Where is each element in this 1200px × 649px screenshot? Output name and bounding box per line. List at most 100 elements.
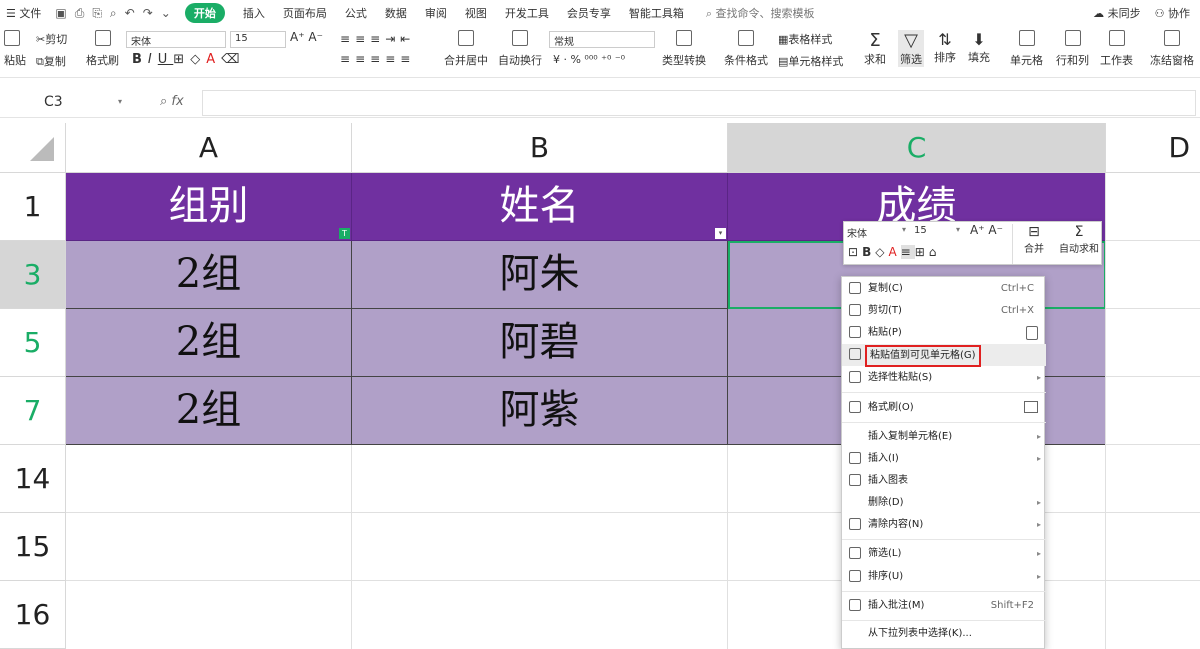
column-header-c[interactable]: C	[728, 123, 1106, 173]
menu-sort[interactable]: 排序(U)▸	[842, 566, 1046, 588]
border-icon[interactable]: ⊞	[173, 52, 190, 67]
font-select[interactable]: 宋体	[126, 31, 226, 48]
align-center-icon[interactable]: ≡	[355, 52, 370, 66]
align-group[interactable]: ≡≡≡⇥⇤	[340, 32, 415, 46]
file-menu[interactable]: ☰ 文件	[6, 5, 41, 21]
tab-page-layout[interactable]: 页面布局	[283, 5, 327, 21]
select-all-corner[interactable]	[0, 123, 66, 173]
menu-paste-visible[interactable]: 粘贴值到可见单元格(G)	[842, 344, 1046, 366]
mini-size-select[interactable]: 15	[914, 225, 954, 240]
row-col-button[interactable]: 行和列	[1056, 30, 1089, 68]
column-header-b[interactable]: B	[352, 123, 728, 173]
cell-a3[interactable]: 2组	[66, 241, 352, 309]
menu-insert-chart[interactable]: 插入图表	[842, 470, 1046, 492]
row-header-5[interactable]: 5	[0, 309, 66, 377]
mini-border-icon[interactable]: ⊞	[915, 245, 929, 259]
column-header-d[interactable]: D	[1106, 123, 1200, 173]
menu-copy[interactable]: 复制(C)Ctrl+C	[842, 278, 1046, 300]
painter-lock-icon[interactable]	[1024, 401, 1038, 413]
tab-developer[interactable]: 开发工具	[505, 5, 549, 21]
filter-dropdown-a-icon[interactable]: T	[339, 228, 350, 239]
align-bottom-icon[interactable]: ≡	[370, 32, 385, 46]
menu-insert-comment[interactable]: 插入批注(M)Shift+F2	[842, 595, 1046, 617]
row-header-7[interactable]: 7	[0, 377, 66, 445]
row-header-15[interactable]: 15	[0, 513, 66, 581]
export-icon[interactable]: ⎙	[75, 6, 85, 21]
mini-autosum-button[interactable]: Σ自动求和	[1056, 224, 1102, 255]
bold-icon[interactable]: B	[132, 52, 148, 67]
print-icon[interactable]: ⎘	[92, 6, 102, 21]
menu-clear[interactable]: 清除内容(N)▸	[842, 514, 1046, 536]
wrap-text-button[interactable]: 自动换行	[498, 30, 542, 68]
mini-font-dropdown-icon[interactable]: ▾	[902, 225, 906, 234]
mini-font-color-icon[interactable]: A	[888, 245, 900, 259]
menu-filter[interactable]: 筛选(L)▸	[842, 543, 1046, 565]
tab-insert[interactable]: 插入	[243, 5, 265, 21]
undo-icon[interactable]: ↶	[125, 6, 135, 21]
format-painter-button[interactable]: 格式刷	[86, 30, 119, 68]
tab-smart-tools[interactable]: 智能工具箱	[629, 5, 684, 21]
mini-wrap-icon[interactable]: ⊡	[848, 245, 862, 259]
tab-formula[interactable]: 公式	[345, 5, 367, 21]
mini-merge-button[interactable]: ⊟合并	[1014, 224, 1054, 255]
mini-format-group[interactable]: ⊡B◇A≡⊞⌂	[848, 245, 940, 259]
align-middle-icon[interactable]: ≡	[355, 32, 370, 46]
mini-font-select[interactable]: 宋体	[847, 225, 909, 240]
mini-bold-icon[interactable]: B	[862, 245, 875, 259]
distribute-icon[interactable]: ≡	[400, 52, 415, 66]
menu-pick-from-list[interactable]: 从下拉列表中选择(K)...	[842, 623, 1046, 645]
fx-area[interactable]: ⌕ fx	[160, 94, 184, 109]
more-icon[interactable]: ⌄	[161, 6, 171, 21]
font-color-icon[interactable]: A	[206, 52, 221, 67]
menu-insert-copied[interactable]: 插入复制单元格(E)▸	[842, 426, 1046, 448]
clear-format-icon[interactable]: ⌫	[221, 52, 245, 67]
merge-center-button[interactable]: 合并居中	[444, 30, 488, 68]
redo-icon[interactable]: ↷	[143, 6, 153, 21]
table-style-button[interactable]: ▦表格样式	[778, 31, 832, 47]
conditional-format-button[interactable]: 条件格式	[724, 30, 768, 68]
halign-group[interactable]: ≡≡≡≡≡	[340, 52, 415, 66]
fill-color-icon[interactable]: ◇	[190, 52, 206, 67]
cell-b1[interactable]: 姓名	[352, 173, 728, 241]
tab-view[interactable]: 视图	[465, 5, 487, 21]
mini-fill-icon[interactable]: ◇	[875, 245, 888, 259]
cell-b3[interactable]: 阿朱	[352, 241, 728, 309]
outdent-icon[interactable]: ⇤	[400, 32, 415, 46]
row-header-14[interactable]: 14	[0, 445, 66, 513]
cell-style-button[interactable]: ▤单元格样式	[778, 53, 843, 69]
align-right-icon[interactable]: ≡	[370, 52, 385, 66]
font-size-buttons[interactable]: A⁺ A⁻	[290, 30, 323, 44]
menu-paste[interactable]: 粘贴(P)	[842, 322, 1046, 344]
fill-button[interactable]: ⬇填充	[968, 30, 990, 65]
filter-button[interactable]: ▽筛选	[898, 30, 924, 67]
mini-painter-icon[interactable]: ⌂	[929, 245, 941, 259]
tab-member[interactable]: 会员专享	[567, 5, 611, 21]
copy-button[interactable]: ⧉复制	[36, 53, 66, 69]
cell-a1[interactable]: 组别	[66, 173, 352, 241]
tab-data[interactable]: 数据	[385, 5, 407, 21]
cell-a5[interactable]: 2组	[66, 309, 352, 377]
row-header-16[interactable]: 16	[0, 581, 66, 649]
row-header-1[interactable]: 1	[0, 173, 66, 241]
number-format-buttons[interactable]: ¥ · % ⁰⁰⁰ ⁺⁰ ⁻⁰	[553, 53, 625, 66]
preview-icon[interactable]: ⌕	[110, 6, 117, 21]
collab-button[interactable]: ⚇ 协作	[1155, 5, 1190, 21]
number-format-select[interactable]: 常规	[549, 31, 655, 48]
align-top-icon[interactable]: ≡	[340, 32, 355, 46]
command-search[interactable]: ⌕ 查找命令、搜索模板	[706, 5, 815, 21]
underline-icon[interactable]: U	[158, 52, 174, 67]
mini-size-dropdown-icon[interactable]: ▾	[956, 225, 960, 234]
indent-icon[interactable]: ⇥	[385, 32, 400, 46]
sort-button[interactable]: ⇅排序	[934, 30, 956, 65]
save-icon[interactable]: ▣	[55, 6, 66, 21]
menu-paste-special[interactable]: 选择性粘贴(S)▸	[842, 367, 1046, 389]
name-box-dropdown-icon[interactable]: ▾	[118, 97, 122, 106]
tab-review[interactable]: 审阅	[425, 5, 447, 21]
align-left-icon[interactable]: ≡	[340, 52, 355, 66]
justify-icon[interactable]: ≡	[385, 52, 400, 66]
cell-a7[interactable]: 2组	[66, 377, 352, 445]
sync-status[interactable]: ☁ 未同步	[1093, 5, 1141, 21]
sum-button[interactable]: Σ求和	[864, 30, 886, 67]
menu-delete[interactable]: 删除(D)▸	[842, 492, 1046, 514]
mini-font-size-buttons[interactable]: A⁺ A⁻	[970, 223, 1003, 237]
